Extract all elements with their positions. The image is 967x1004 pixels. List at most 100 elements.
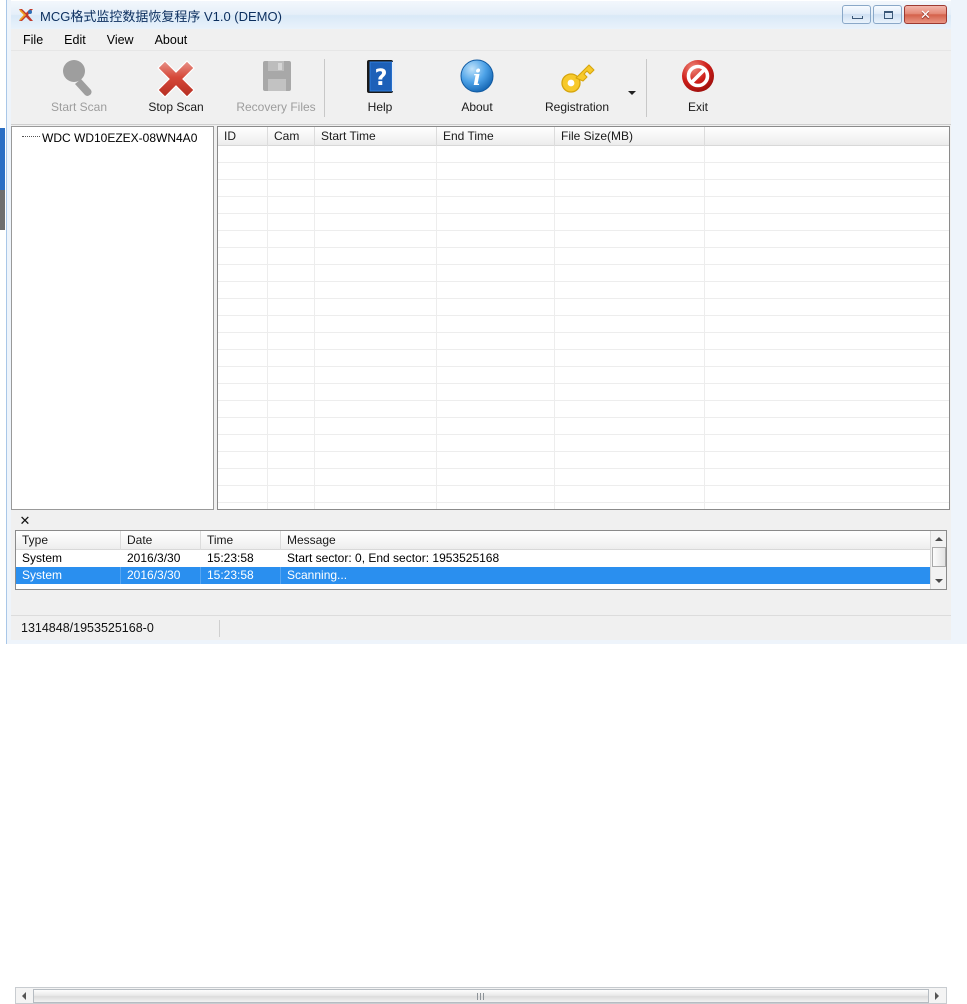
tree-connector-icon	[22, 136, 40, 137]
table-row[interactable]	[218, 316, 949, 333]
toolbar-label-exit: Exit	[688, 100, 708, 114]
close-button[interactable]: ✕	[904, 5, 947, 24]
toolbar-button-registration[interactable]: Registration	[534, 55, 620, 121]
horizontal-scrollbar[interactable]	[15, 987, 947, 1004]
log-cell-time: 15:23:58	[201, 567, 281, 584]
table-row[interactable]	[218, 231, 949, 248]
column-header-cam[interactable]: Cam	[268, 127, 315, 146]
log-cell-date: 2016/3/30	[121, 567, 201, 584]
toolbar-label-start-scan: Start Scan	[51, 100, 107, 114]
table-row[interactable]	[218, 180, 949, 197]
toolbar-label-about: About	[461, 100, 492, 114]
toolbar: Start Scan Stop Scan	[11, 51, 951, 125]
red-x-icon	[152, 55, 200, 99]
log-column-header-time[interactable]: Time	[201, 531, 281, 550]
table-row[interactable]	[218, 367, 949, 384]
log-column-header-date[interactable]: Date	[121, 531, 201, 550]
close-icon: ✕	[905, 6, 946, 23]
file-list-body	[218, 146, 949, 510]
table-row[interactable]	[218, 214, 949, 231]
log-cell-message: Scanning...	[281, 567, 931, 584]
registration-dropdown-arrow[interactable]	[627, 87, 639, 99]
table-row[interactable]	[218, 469, 949, 486]
window-title: MCG格式监控数据恢复程序 V1.0 (DEMO)	[40, 6, 282, 25]
log-row-selected[interactable]: System 2016/3/30 15:23:58 Scanning...	[16, 567, 946, 584]
table-row[interactable]	[218, 146, 949, 163]
column-header-start-time[interactable]: Start Time	[315, 127, 437, 146]
folder-save-icon	[252, 55, 300, 99]
tree-item-drive[interactable]: WDC WD10EZEX-08WN4A0	[22, 131, 197, 145]
log-cell-message: Start sector: 0, End sector: 1953525168	[281, 550, 931, 567]
toolbar-button-help[interactable]: ? Help	[348, 55, 412, 121]
menu-item-file[interactable]: File	[14, 31, 52, 49]
scroll-right-arrow-icon[interactable]	[930, 988, 946, 1003]
log-column-header-type[interactable]: Type	[16, 531, 121, 550]
table-row[interactable]	[218, 350, 949, 367]
scroll-up-arrow-icon[interactable]	[931, 531, 947, 546]
desktop-artifact-blue	[0, 128, 5, 190]
log-row[interactable]: System 2016/3/30 15:23:58 Start sector: …	[16, 550, 946, 567]
toolbar-button-recovery-files[interactable]: Recovery Files	[226, 55, 326, 121]
status-progress-text: 1314848/1953525168-0	[11, 619, 219, 637]
svg-text:?: ?	[375, 66, 388, 91]
table-row[interactable]	[218, 435, 949, 452]
window-controls: ✕	[842, 5, 947, 24]
minimize-button[interactable]	[842, 5, 871, 24]
maximize-button[interactable]	[873, 5, 902, 24]
log-list[interactable]: Type Date Time Message System 2016/3/30 …	[15, 530, 947, 590]
menu-item-edit[interactable]: Edit	[55, 31, 95, 49]
log-vertical-scrollbar[interactable]	[930, 531, 946, 589]
red-prohibit-icon	[674, 55, 722, 99]
table-row[interactable]	[218, 401, 949, 418]
title-bar[interactable]: MCG格式监控数据恢复程序 V1.0 (DEMO) ✕	[11, 0, 951, 29]
toolbar-button-exit[interactable]: Exit	[666, 55, 730, 121]
scrollbar-thumb[interactable]	[932, 547, 946, 567]
toolbar-label-registration: Registration	[545, 100, 609, 114]
table-row[interactable]	[218, 418, 949, 435]
table-row[interactable]	[218, 486, 949, 503]
log-cell-type: System	[16, 550, 121, 567]
toolbar-separator-2	[646, 59, 647, 117]
column-header-id[interactable]: ID	[218, 127, 268, 146]
table-row[interactable]	[218, 282, 949, 299]
toolbar-label-help: Help	[368, 100, 393, 114]
column-header-file-size[interactable]: File Size(MB)	[555, 127, 705, 146]
scroll-down-arrow-icon[interactable]	[931, 574, 947, 589]
log-cell-time: 15:23:58	[201, 550, 281, 567]
log-cell-date: 2016/3/30	[121, 550, 201, 567]
tree-item-label: WDC WD10EZEX-08WN4A0	[42, 131, 197, 145]
blue-book-help-icon: ?	[356, 55, 404, 99]
log-close-icon[interactable]: ✕	[17, 514, 33, 529]
menu-item-view[interactable]: View	[98, 31, 143, 49]
log-panel: ✕ Type Date Time Message System 2016/3/3…	[11, 514, 950, 594]
table-row[interactable]	[218, 384, 949, 401]
table-row[interactable]	[218, 163, 949, 180]
menu-item-about[interactable]: About	[146, 31, 197, 49]
table-row[interactable]	[218, 452, 949, 469]
table-row[interactable]	[218, 265, 949, 282]
toolbar-button-about[interactable]: i About	[444, 55, 510, 121]
file-list-panel[interactable]: ID Cam Start Time End Time File Size(MB)	[217, 126, 950, 510]
table-row[interactable]	[218, 299, 949, 316]
table-row[interactable]	[218, 248, 949, 265]
magnifier-icon	[55, 55, 103, 99]
svg-text:i: i	[473, 65, 481, 90]
table-row[interactable]	[218, 197, 949, 214]
column-header-end-time[interactable]: End Time	[437, 127, 555, 146]
scroll-left-arrow-icon[interactable]	[16, 988, 32, 1003]
log-header: Type Date Time Message	[16, 531, 946, 550]
table-row[interactable]	[218, 503, 949, 510]
log-column-header-message[interactable]: Message	[281, 531, 931, 550]
toolbar-separator-1	[324, 59, 325, 117]
table-row[interactable]	[218, 333, 949, 350]
toolbar-label-stop-scan: Stop Scan	[148, 100, 203, 114]
toolbar-button-start-scan[interactable]: Start Scan	[39, 55, 119, 121]
status-divider	[219, 620, 220, 637]
horizontal-scrollbar-thumb[interactable]	[33, 989, 929, 1003]
log-cell-type: System	[16, 567, 121, 584]
client-area: WDC WD10EZEX-08WN4A0 ID Cam Start Time E…	[11, 125, 951, 615]
column-header-extra[interactable]	[705, 127, 949, 146]
scrollbar-grip-icon	[477, 993, 485, 1000]
toolbar-button-stop-scan[interactable]: Stop Scan	[139, 55, 213, 121]
drive-tree-panel[interactable]: WDC WD10EZEX-08WN4A0	[11, 126, 214, 510]
